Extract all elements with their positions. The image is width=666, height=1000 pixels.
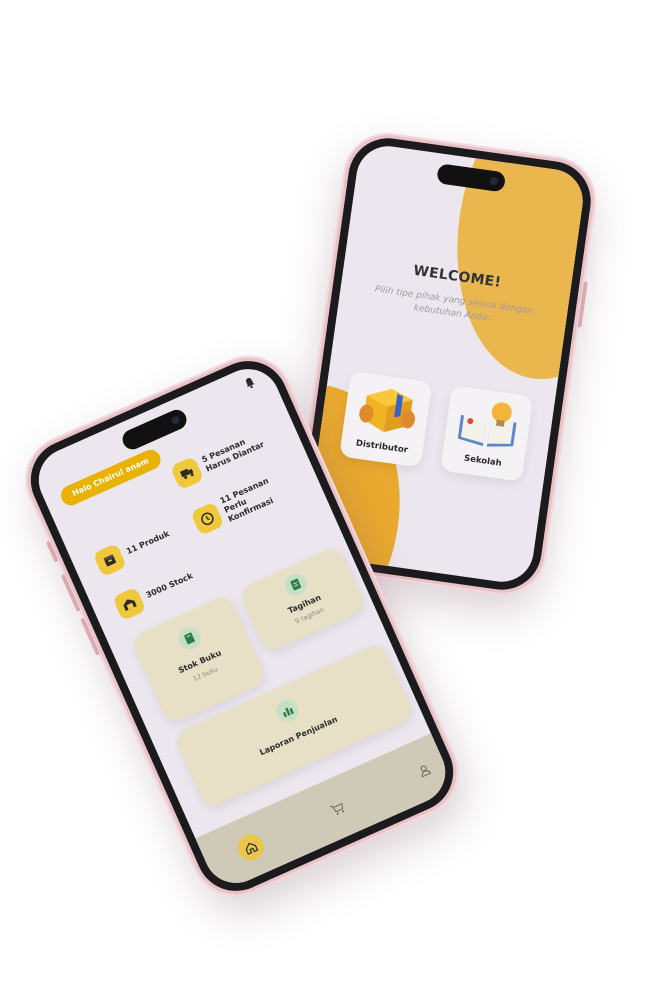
- stat-label: 11 Pesanan Perlu Konfirmasi: [218, 476, 275, 524]
- tile-tagihan[interactable]: Tagihan 9 tagihan: [237, 544, 367, 654]
- role-card-sekolah[interactable]: Sekolah: [440, 385, 534, 482]
- warehouse-icon: [112, 586, 147, 622]
- cart-icon[interactable]: [321, 792, 355, 826]
- role-card-distributor[interactable]: Distributor: [339, 371, 433, 468]
- document-icon: [281, 570, 311, 600]
- book-icon: [174, 623, 205, 653]
- bar-chart-icon: [272, 696, 302, 726]
- stat-produk[interactable]: 11 Produk: [92, 522, 175, 578]
- home-icon[interactable]: [233, 830, 269, 865]
- user-icon[interactable]: [407, 753, 441, 787]
- greeting-badge: Halo Chairul anam: [57, 446, 164, 509]
- power-button: [577, 281, 588, 328]
- package-box-icon: [359, 388, 415, 433]
- clock-icon: [190, 501, 225, 536]
- stat-pesanan-konfirmasi[interactable]: 11 Pesanan Perlu Konfirmasi: [189, 471, 291, 538]
- truck-icon: [169, 455, 205, 491]
- stat-label: 3000 Stock: [144, 571, 195, 600]
- bell-icon[interactable]: [243, 375, 257, 390]
- box-icon: [92, 542, 127, 578]
- book-lightbulb-icon: [457, 402, 517, 447]
- stat-label: 5 Pesanan Harus Diantar: [200, 437, 266, 474]
- stat-label: 11 Produk: [125, 529, 171, 557]
